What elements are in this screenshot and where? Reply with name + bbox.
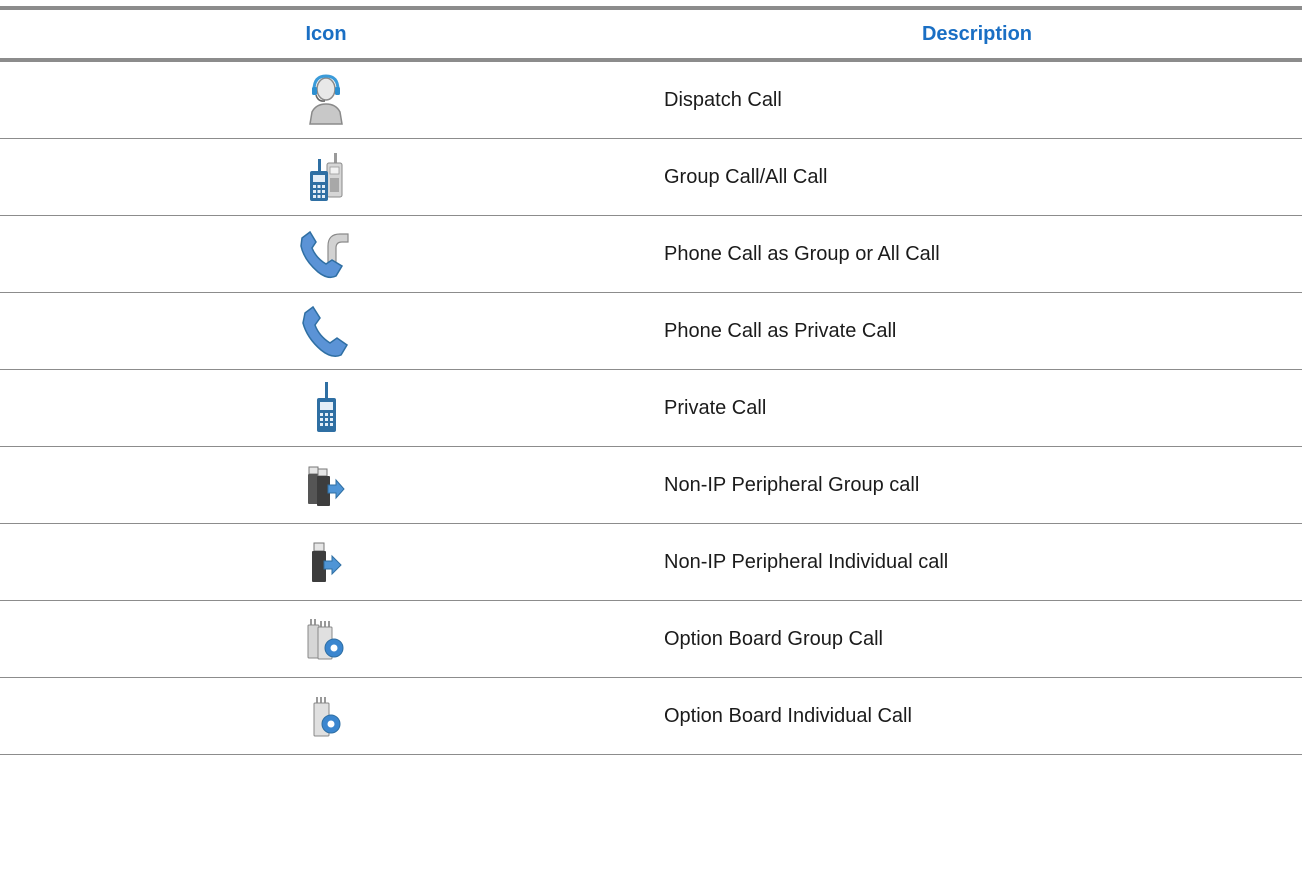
row-description: Private Call [664,396,767,419]
icon-column-header: Icon [305,22,347,45]
table-row: Option Board Group Call [0,601,1302,678]
table-row: Dispatch Call [0,62,1302,139]
row-description: Dispatch Call [664,88,782,111]
row-description: Option Board Group Call [664,627,884,650]
row-description: Group Call/All Call [664,165,828,188]
dispatch-call-icon [309,74,343,125]
private-call-icon [317,382,336,432]
row-description: Phone Call as Group or All Call [664,242,940,265]
description-column-header: Description [921,22,1033,45]
phone-private-call-icon [302,305,349,357]
table-header: Icon Description [0,10,1302,62]
option-board-individual-call-icon [313,697,341,737]
table-row: Option Board Individual Call [0,678,1302,755]
call-icons-table: Icon Description Dispatch Call Group Cal… [0,6,1302,755]
row-description: Phone Call as Private Call [664,319,897,342]
table-row: Group Call/All Call [0,139,1302,216]
phone-group-call-icon [300,230,349,279]
row-description: Non-IP Peripheral Group call [664,473,920,496]
table-row: Phone Call as Group or All Call [0,216,1302,293]
non-ip-peripheral-group-call-icon [308,466,345,506]
table-row: Phone Call as Private Call [0,293,1302,370]
table-row: Non-IP Peripheral Individual call [0,524,1302,601]
table-row: Private Call [0,370,1302,447]
group-call-icon [310,153,343,201]
non-ip-peripheral-individual-call-icon [312,542,342,582]
row-description: Non-IP Peripheral Individual call [664,550,949,573]
option-board-group-call-icon [307,619,344,660]
table-row: Non-IP Peripheral Group call [0,447,1302,524]
row-description: Option Board Individual Call [664,704,912,727]
